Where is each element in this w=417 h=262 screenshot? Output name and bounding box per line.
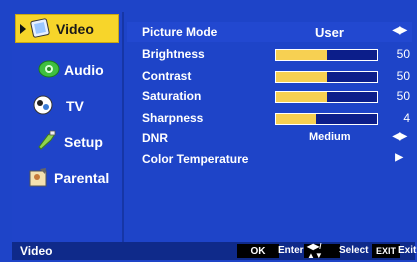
sidebar-item-label: Parental [54,170,110,186]
dnr-label: DNR [142,131,168,145]
color-temperature-row[interactable]: Color Temperature ▶ [127,149,412,169]
sidebar-item-label: Video [56,21,94,37]
saturation-row[interactable]: Saturation 50 [127,86,412,106]
sidebar-item-label: Audio [64,62,104,78]
tv-screen-icon [30,17,52,39]
enter-hint: Enter [278,245,304,256]
sidebar-item-setup[interactable]: Setup [12,126,122,156]
sharpness-value: 4 [403,111,410,125]
nav-keys-icon: ◀▶/▲▼ [304,242,340,260]
brightness-value: 50 [396,47,410,61]
sharpness-fill [276,114,317,124]
contrast-slider[interactable] [275,71,378,83]
brightness-row[interactable]: Brightness 50 [127,44,412,64]
left-right-arrows-icon[interactable]: ◀▶ [393,131,407,142]
setup-icon [36,129,58,151]
settings-panel: Picture Mode User ◀▶ Brightness 50 Contr… [127,16,412,242]
sidebar-item-audio[interactable]: Audio [12,54,122,84]
right-arrow-icon[interactable]: ▶ [395,152,403,163]
exit-hint: Exit [398,245,417,256]
brightness-label: Brightness [142,47,205,61]
picture-mode-label: Picture Mode [142,25,218,39]
contrast-label: Contrast [142,69,192,83]
saturation-slider[interactable] [275,91,378,103]
dnr-row[interactable]: DNR Medium ◀▶ [127,128,412,148]
sharpness-label: Sharpness [142,111,204,125]
sidebar-item-label: Setup [64,134,103,150]
picture-mode-value: User [315,25,344,40]
speaker-icon [38,58,60,80]
brightness-fill [276,50,327,60]
color-temperature-label: Color Temperature [142,152,249,166]
ok-key: OK [237,244,279,258]
select-hint: Select [339,245,369,256]
saturation-value: 50 [396,89,410,103]
saturation-fill [276,92,327,102]
exit-key: EXIT [372,244,400,258]
osd-frame: Video Audio TV Setup Parental Picture Mo… [0,0,417,262]
left-right-arrows-icon[interactable]: ◀▶ [393,25,407,36]
picture-mode-row[interactable]: Picture Mode User ◀▶ [127,22,412,42]
footer-bar: Video OK Enter ◀▶/▲▼ Select EXIT Exit [12,242,417,260]
sidebar: Video Audio TV Setup Parental [12,12,124,242]
contrast-fill [276,72,327,82]
sidebar-item-label: TV [66,98,84,114]
contrast-row[interactable]: Contrast 50 [127,66,412,86]
saturation-label: Saturation [142,89,202,103]
sharpness-slider[interactable] [275,113,378,125]
dnr-value: Medium [309,131,351,143]
antenna-icon [32,94,54,116]
brightness-slider[interactable] [275,49,378,61]
footer-title: Video [20,244,53,258]
sidebar-item-tv[interactable]: TV [12,90,122,120]
contrast-value: 50 [396,69,410,83]
sidebar-item-video[interactable]: Video [15,14,119,43]
sharpness-row[interactable]: Sharpness 4 [127,108,412,128]
sidebar-item-parental[interactable]: Parental [12,162,122,192]
parental-icon [28,166,50,188]
selection-arrow-icon [20,24,26,34]
